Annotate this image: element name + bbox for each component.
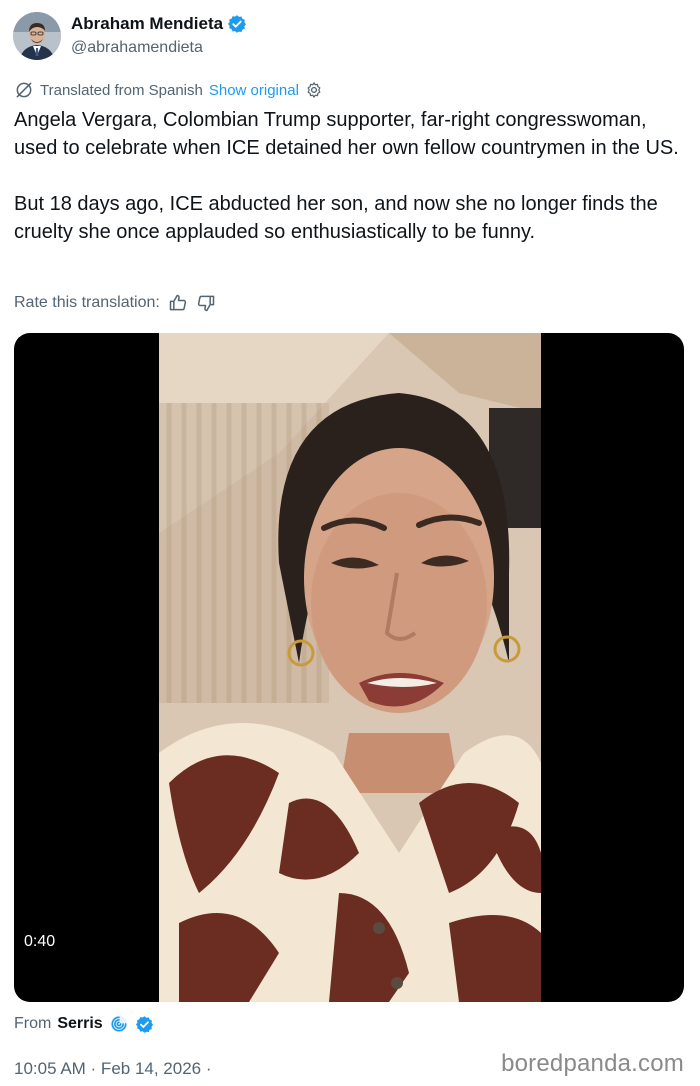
thumbs-up-icon[interactable] [168,293,188,313]
thumbs-down-icon[interactable] [196,293,216,313]
author-handle[interactable]: @abrahamendieta [71,39,203,57]
show-original-link[interactable]: Show original [209,82,299,99]
video-player[interactable] [14,333,684,1002]
video-source: From Serris [14,1014,154,1034]
verified-badge-icon [135,1015,154,1034]
swirl-logo-icon [109,1014,129,1034]
avatar[interactable] [13,12,61,60]
translation-bar: Translated from Spanish Show original [14,80,323,100]
source-name[interactable]: Serris [57,1015,102,1033]
tweet-timestamp[interactable]: 10:05 AM · Feb 14, 2026 · [14,1059,212,1079]
watermark: boredpanda.com [501,1050,684,1077]
translated-label: Translated from Spanish [40,81,203,99]
source-prefix: From [14,1015,52,1032]
tweet-header: Abraham Mendieta @abrahamendieta [13,12,687,64]
author-name-row: Abraham Mendieta [71,14,247,34]
settings-gear-icon[interactable] [305,81,323,99]
rate-translation: Rate this translation: [14,293,216,313]
video-duration: 0:40 [24,933,56,950]
translate-icon [14,80,34,100]
verified-badge-icon [227,14,247,34]
video-frame[interactable] [159,333,541,1002]
author-name[interactable]: Abraham Mendieta [71,14,223,34]
tweet-text: Angela Vergara, Colombian Trump supporte… [14,109,679,243]
rate-translation-label: Rate this translation: [14,294,160,311]
